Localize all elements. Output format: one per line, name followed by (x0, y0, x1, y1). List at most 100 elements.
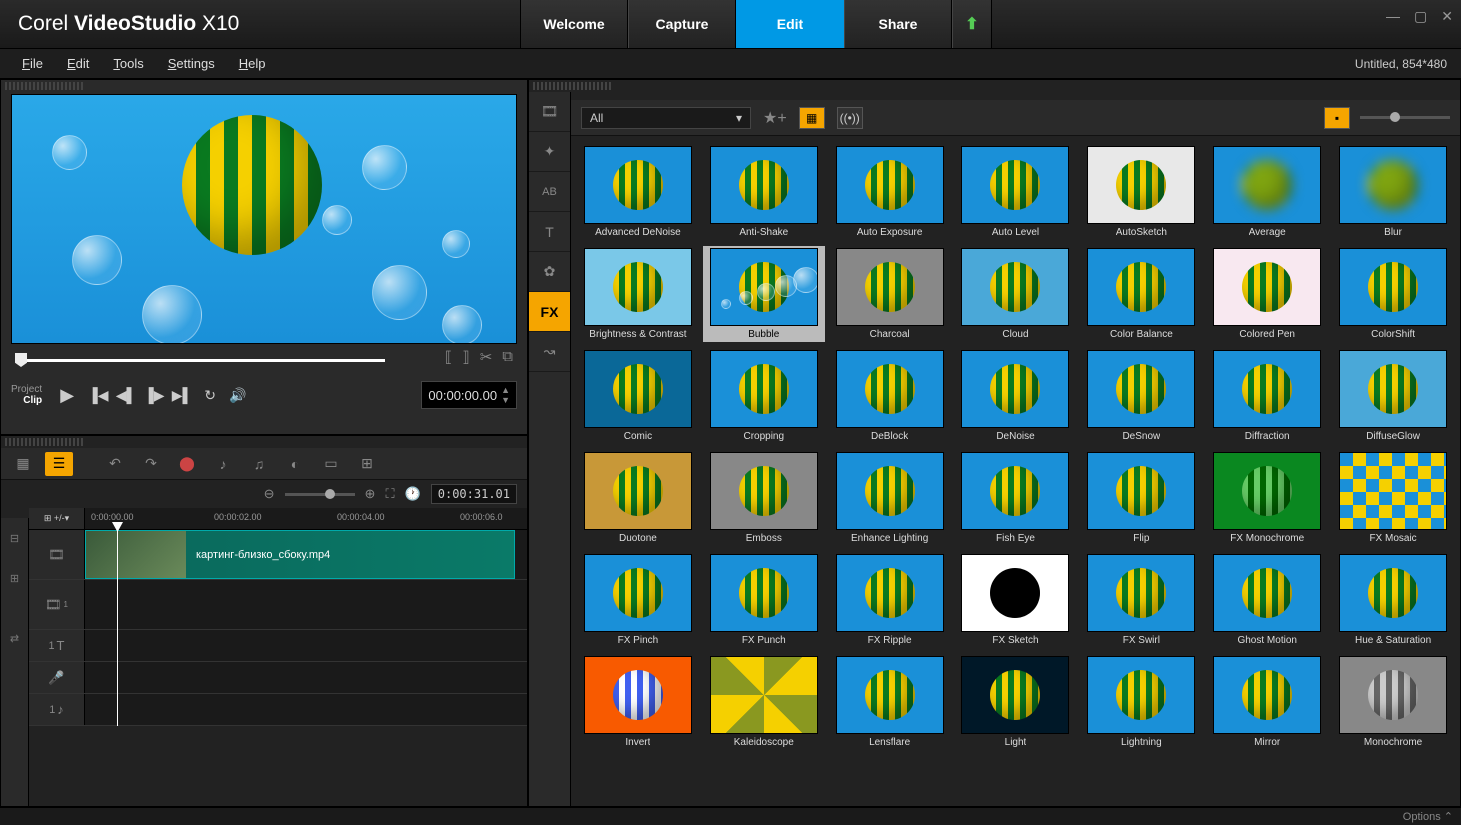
lib-tab-text-icon[interactable]: T (529, 212, 570, 252)
overlay-track[interactable]: 🎞1 (29, 580, 527, 630)
record-button[interactable]: ⬤ (173, 452, 201, 476)
timeline-ruler[interactable]: ⊞ +/-▾ 0:00:00.00 00:00:02.00 00:00:04.0… (29, 508, 527, 530)
music-track-head[interactable]: 1♪ (29, 694, 85, 725)
fx-item[interactable]: ColorShift (1332, 246, 1454, 342)
lib-tab-media-icon[interactable]: 🎞 (529, 92, 570, 132)
video-track[interactable]: 🎞 картинг-близко_сбоку.mp4 (29, 530, 527, 580)
fx-item[interactable]: Mirror (1206, 654, 1328, 750)
mode-tab-share[interactable]: Share (844, 0, 952, 48)
menu-help[interactable]: Help (227, 53, 278, 74)
play-mode-label[interactable]: ProjectClip (11, 384, 42, 406)
undo-button[interactable]: ↶ (101, 452, 129, 476)
fx-item[interactable]: Brightness & Contrast (577, 246, 699, 342)
next-frame-button[interactable]: ▐▶ (142, 383, 166, 407)
fx-item[interactable]: Auto Exposure (829, 144, 951, 240)
voice-track[interactable]: 🎤 (29, 662, 527, 694)
fx-item[interactable]: Fish Eye (955, 450, 1077, 546)
track-motion-button[interactable]: ◐ (281, 452, 309, 476)
mode-tab-edit[interactable]: Edit (736, 0, 844, 48)
tool-swap-icon[interactable]: ⇄ (1, 618, 28, 658)
fx-item[interactable]: Enhance Lighting (829, 450, 951, 546)
minimize-icon[interactable]: — (1386, 8, 1400, 25)
split-icon[interactable]: ⧉ (502, 348, 513, 366)
close-icon[interactable]: ✕ (1441, 8, 1453, 25)
prev-frame-button[interactable]: ◀▌ (114, 383, 138, 407)
fx-item[interactable]: Light (955, 654, 1077, 750)
fx-item[interactable]: FX Pinch (577, 552, 699, 648)
tool-ripple-icon[interactable]: ⊟ (1, 518, 28, 558)
play-button[interactable]: ▶ (52, 380, 82, 410)
fx-item[interactable]: Anti-Shake (703, 144, 825, 240)
lib-tab-fx-icon[interactable]: FX (529, 292, 570, 332)
scrub-handle[interactable] (15, 353, 27, 367)
repeat-button[interactable]: ↻ (198, 383, 222, 407)
redo-button[interactable]: ↷ (137, 452, 165, 476)
mark-out-icon[interactable]: ⟧ (462, 348, 469, 366)
fx-item[interactable]: Cloud (955, 246, 1077, 342)
fx-item[interactable]: FX Monochrome (1206, 450, 1328, 546)
subtitle-button[interactable]: ▭ (317, 452, 345, 476)
library-filter-dropdown[interactable]: All▾ (581, 107, 751, 129)
thumbnail-view-icon[interactable]: ▦ (799, 107, 825, 129)
fx-item[interactable]: Auto Level (955, 144, 1077, 240)
fx-item[interactable]: DeSnow (1080, 348, 1202, 444)
fx-item[interactable]: Ghost Motion (1206, 552, 1328, 648)
fx-item[interactable]: Diffraction (1206, 348, 1328, 444)
preview-video[interactable] (11, 94, 517, 344)
fx-item[interactable]: DiffuseGlow (1332, 348, 1454, 444)
volume-button[interactable]: 🔊 (226, 383, 250, 407)
tool-add-track-icon[interactable]: ⊞ (1, 558, 28, 598)
add-favorite-icon[interactable]: ★+ (763, 108, 787, 128)
fx-item[interactable]: Blur (1332, 144, 1454, 240)
fx-item[interactable]: Duotone (577, 450, 699, 546)
pane-grip[interactable] (5, 82, 85, 90)
timeline-grip[interactable] (5, 438, 85, 446)
fx-item[interactable]: Kaleidoscope (703, 654, 825, 750)
menu-file[interactable]: File (10, 53, 55, 74)
library-grip[interactable] (533, 82, 613, 90)
fx-item[interactable]: FX Sketch (955, 552, 1077, 648)
video-clip[interactable]: картинг-близко_сбоку.mp4 (85, 530, 515, 579)
multi-view-button[interactable]: ⊞ (353, 452, 381, 476)
home-button[interactable]: ▐◀ (86, 383, 110, 407)
fx-item[interactable]: Invert (577, 654, 699, 750)
end-button[interactable]: ▶▌ (170, 383, 194, 407)
lib-tab-graphics-icon[interactable]: ✿ (529, 252, 570, 292)
zoom-slider[interactable] (285, 493, 355, 496)
fx-item[interactable]: Lensflare (829, 654, 951, 750)
fx-item[interactable]: FX Punch (703, 552, 825, 648)
fx-item[interactable]: Bubble (703, 246, 825, 342)
menu-edit[interactable]: Edit (55, 53, 101, 74)
lib-tab-title-icon[interactable]: AB (529, 172, 570, 212)
fx-item[interactable]: FX Swirl (1080, 552, 1202, 648)
fx-item[interactable]: Lightning (1080, 654, 1202, 750)
options-button[interactable]: Options ⌃ (1403, 810, 1453, 823)
menu-tools[interactable]: Tools (101, 53, 155, 74)
auto-music-button[interactable]: ♫ (245, 452, 273, 476)
timeline-view-button[interactable]: ☰ (45, 452, 73, 476)
fx-item[interactable]: Average (1206, 144, 1328, 240)
overlay-track-head[interactable]: 🎞1 (29, 580, 85, 629)
fx-item[interactable]: Monochrome (1332, 654, 1454, 750)
voice-track-head[interactable]: 🎤 (29, 662, 85, 693)
sound-view-icon[interactable]: ((•)) (837, 107, 863, 129)
thumbnail-size-slider[interactable] (1360, 116, 1450, 119)
mark-in-icon[interactable]: ⟦ (445, 348, 452, 366)
fx-item[interactable]: Advanced DeNoise (577, 144, 699, 240)
lib-tab-path-icon[interactable]: ↝ (529, 332, 570, 372)
mode-tab-welcome[interactable]: Welcome (520, 0, 628, 48)
upload-button[interactable]: ⬆ (952, 0, 992, 48)
fx-item[interactable]: Flip (1080, 450, 1202, 546)
video-track-head[interactable]: 🎞 (29, 530, 85, 579)
mode-tab-capture[interactable]: Capture (628, 0, 736, 48)
title-track[interactable]: 1T (29, 630, 527, 662)
scrub-bar[interactable]: ⟦ ⟧ ✂ ⧉ (15, 352, 513, 368)
maximize-icon[interactable]: ▢ (1414, 8, 1427, 25)
clock-icon[interactable]: 🕐 (405, 486, 421, 502)
fx-item[interactable]: Cropping (703, 348, 825, 444)
fx-item[interactable]: Color Balance (1080, 246, 1202, 342)
fx-item[interactable]: Colored Pen (1206, 246, 1328, 342)
zoom-in-icon[interactable]: ⊕ (365, 486, 376, 502)
music-track[interactable]: 1♪ (29, 694, 527, 726)
fx-item[interactable]: FX Ripple (829, 552, 951, 648)
